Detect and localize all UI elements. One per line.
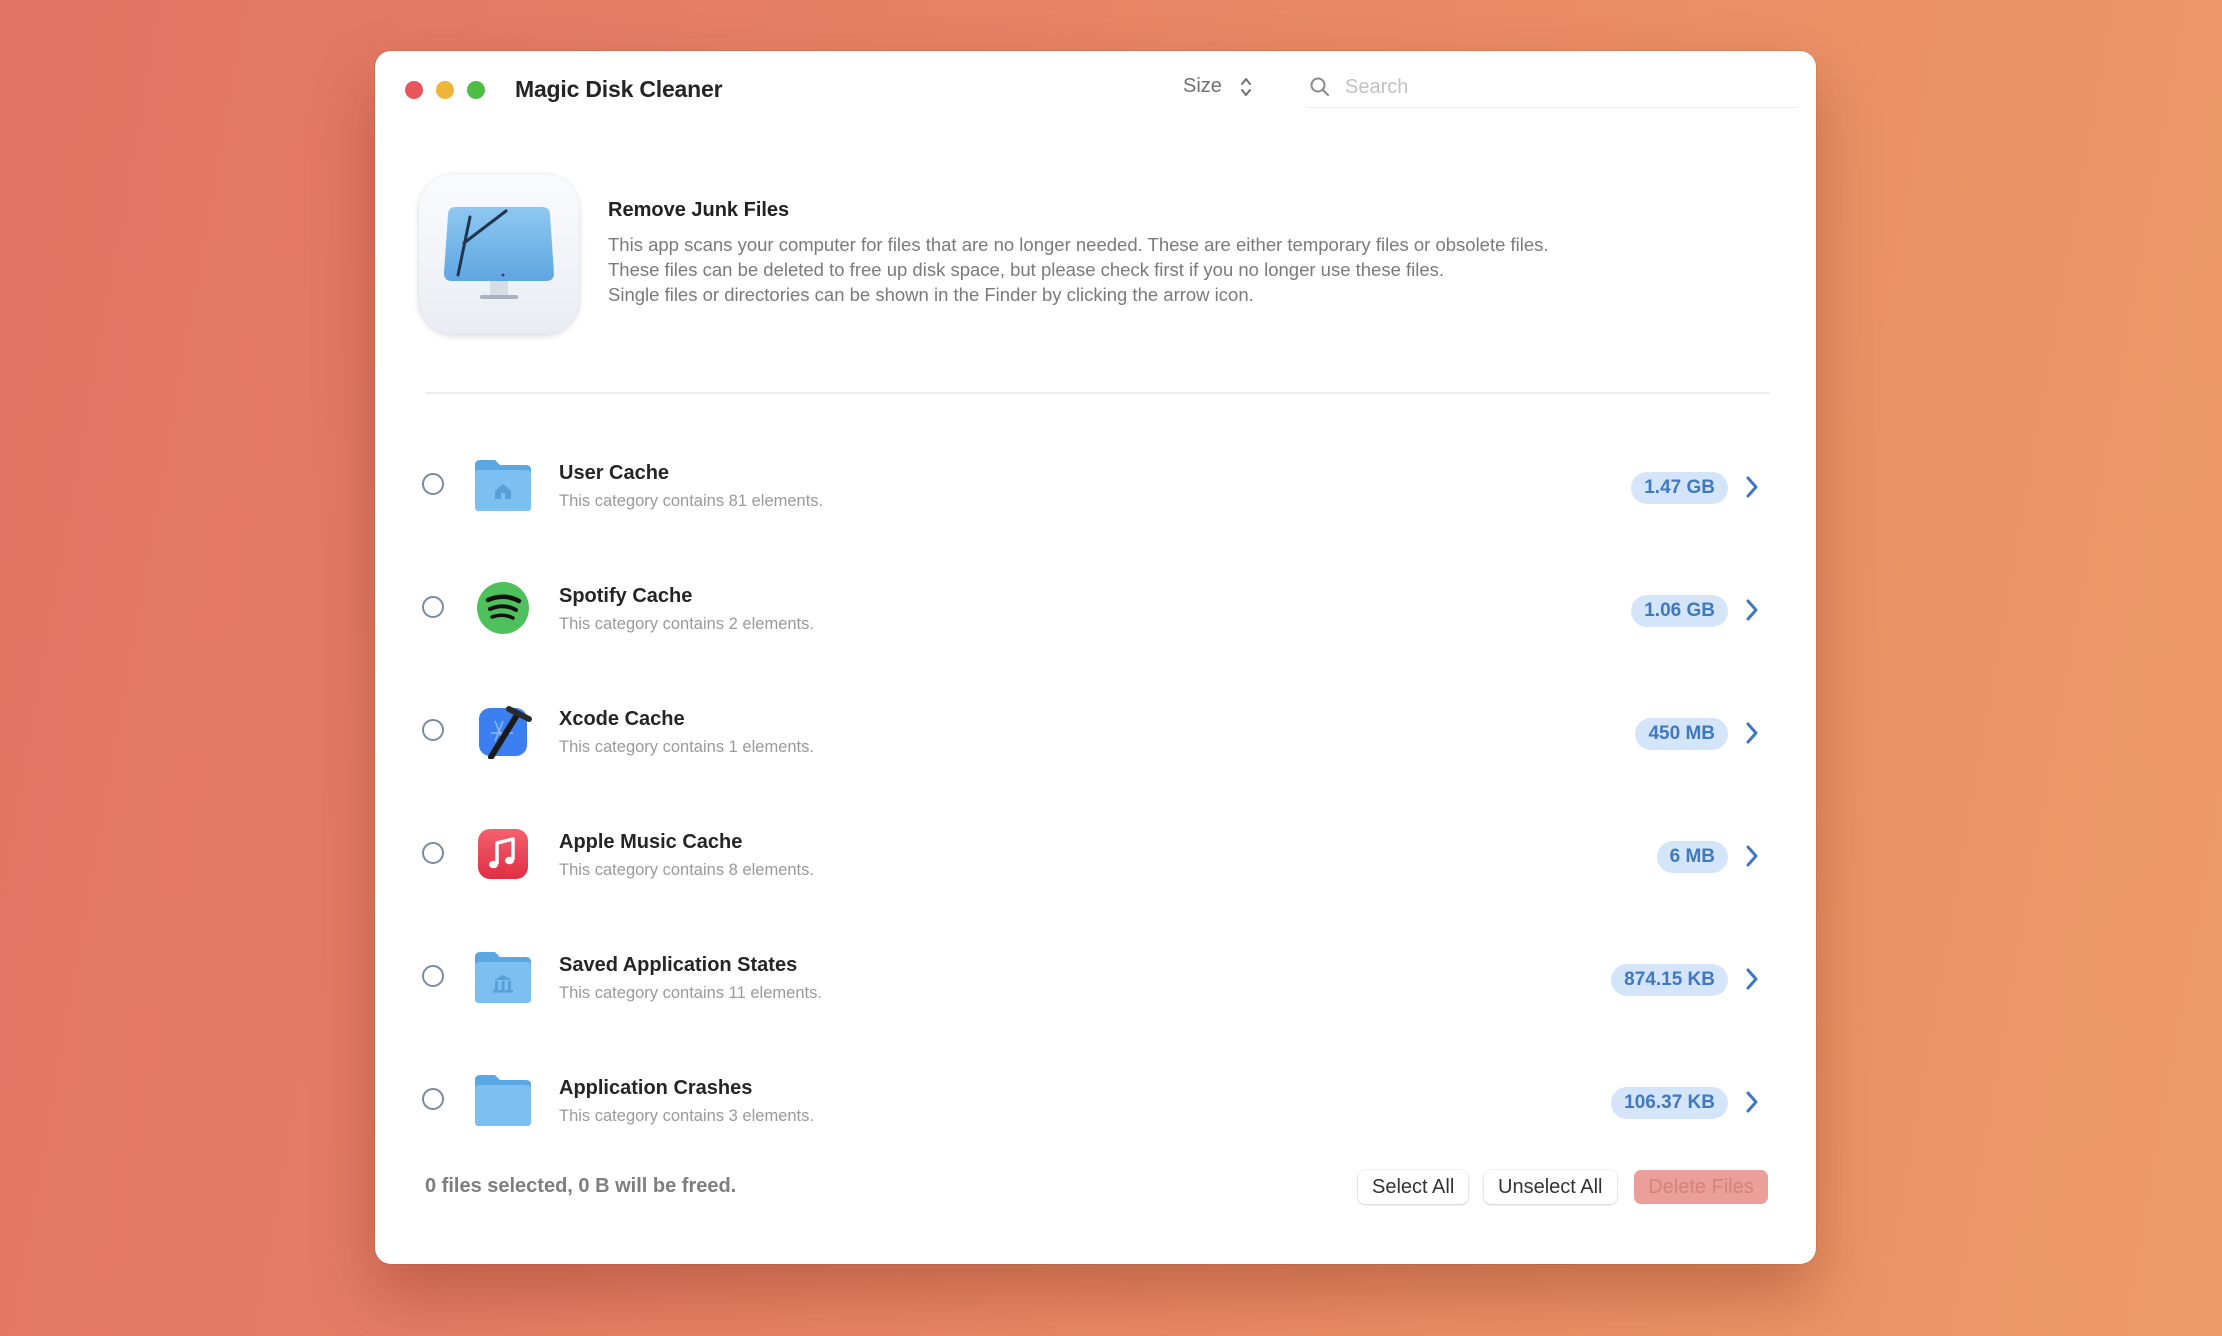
- category-title: Saved Application States: [559, 954, 798, 976]
- chevron-right-icon[interactable]: [1742, 597, 1762, 623]
- size-badge: 1.06 GB: [1631, 595, 1728, 627]
- description-line: This app scans your computer for files t…: [608, 234, 1549, 255]
- category-subtitle: This category contains 81 elements.: [559, 492, 824, 510]
- spotify-icon: [477, 582, 529, 634]
- section-title: Remove Junk Files: [608, 199, 790, 221]
- search-icon: [1310, 77, 1330, 97]
- select-radio[interactable]: [422, 1088, 444, 1110]
- delete-files-button[interactable]: Delete Files: [1634, 1170, 1768, 1204]
- chevron-right-icon[interactable]: [1742, 474, 1762, 500]
- select-all-button[interactable]: Select All: [1358, 1170, 1469, 1204]
- category-row-user-cache[interactable]: User Cache This category contains 81 ele…: [375, 436, 1816, 536]
- apple-music-icon: [478, 829, 528, 879]
- up-down-chevron-icon: [1240, 77, 1251, 96]
- folder-icon: [475, 1075, 531, 1126]
- xcode-icon: [479, 706, 532, 759]
- zoom-button[interactable]: [467, 81, 485, 99]
- select-radio[interactable]: [422, 473, 444, 495]
- category-subtitle: This category contains 2 elements.: [559, 615, 814, 633]
- category-row-saved-application-states[interactable]: Saved Application States This category c…: [375, 928, 1816, 1028]
- sort-label: Size: [1183, 75, 1222, 97]
- category-row-spotify-cache[interactable]: Spotify Cache This category contains 2 e…: [375, 559, 1816, 659]
- size-badge: 106.37 KB: [1611, 1087, 1728, 1119]
- size-badge: 874.15 KB: [1611, 964, 1728, 996]
- category-title: Apple Music Cache: [559, 831, 743, 853]
- category-title: User Cache: [559, 462, 670, 484]
- category-subtitle: This category contains 1 elements.: [559, 738, 814, 756]
- select-radio[interactable]: [422, 719, 444, 741]
- sort-selector[interactable]: Size: [1183, 75, 1252, 98]
- chevron-right-icon[interactable]: [1742, 720, 1762, 746]
- selection-status: 0 files selected, 0 B will be freed.: [425, 1175, 737, 1197]
- category-row-xcode-cache[interactable]: Xcode Cache This category contains 1 ele…: [375, 682, 1816, 782]
- size-badge: 450 MB: [1635, 718, 1728, 750]
- home-folder-icon: [475, 460, 531, 511]
- category-title: Application Crashes: [559, 1077, 753, 1099]
- size-badge: 6 MB: [1656, 841, 1728, 873]
- library-folder-icon: [475, 952, 531, 1003]
- close-button[interactable]: [405, 81, 423, 99]
- category-row-application-crashes[interactable]: Application Crashes This category contai…: [375, 1051, 1816, 1151]
- app-window: Magic Disk Cleaner Size Search Remove Ju…: [375, 51, 1816, 1264]
- category-row-apple-music-cache[interactable]: Apple Music Cache This category contains…: [375, 805, 1816, 905]
- select-radio[interactable]: [422, 596, 444, 618]
- app-icon: [418, 173, 580, 335]
- section-description: This app scans your computer for files t…: [608, 232, 1728, 307]
- category-title: Spotify Cache: [559, 585, 693, 607]
- chevron-right-icon[interactable]: [1742, 1089, 1762, 1115]
- select-radio[interactable]: [422, 842, 444, 864]
- chevron-right-icon[interactable]: [1742, 843, 1762, 869]
- search-input[interactable]: [1343, 74, 1787, 100]
- category-subtitle: This category contains 8 elements.: [559, 861, 814, 879]
- description-line: Single files or directories can be shown…: [608, 284, 1254, 305]
- category-title: Xcode Cache: [559, 708, 685, 730]
- chevron-right-icon[interactable]: [1742, 966, 1762, 992]
- search-field[interactable]: [1307, 67, 1797, 108]
- category-subtitle: This category contains 3 elements.: [559, 1107, 814, 1125]
- description-line: These files can be deleted to free up di…: [608, 259, 1445, 280]
- select-radio[interactable]: [422, 965, 444, 987]
- divider: [425, 392, 1770, 394]
- size-badge: 1.47 GB: [1631, 472, 1728, 504]
- window-title: Magic Disk Cleaner: [515, 76, 723, 102]
- category-subtitle: This category contains 11 elements.: [559, 984, 822, 1002]
- cleanmymac-monitor-icon: [444, 207, 554, 299]
- minimize-button[interactable]: [436, 81, 454, 99]
- unselect-all-button[interactable]: Unselect All: [1484, 1170, 1617, 1204]
